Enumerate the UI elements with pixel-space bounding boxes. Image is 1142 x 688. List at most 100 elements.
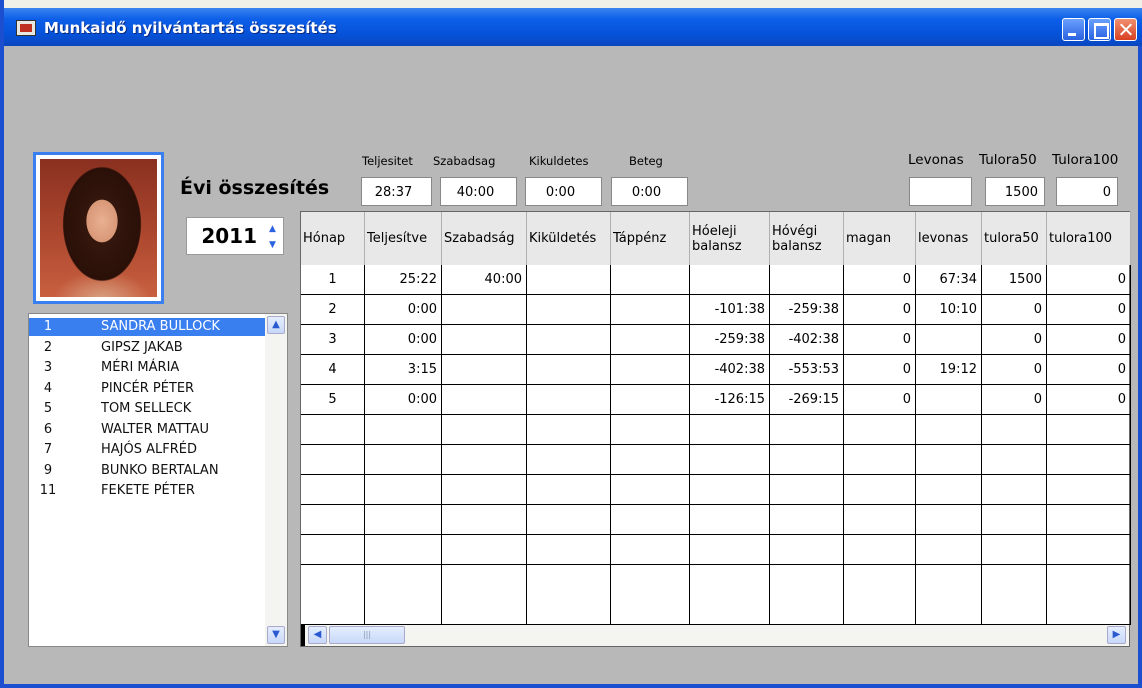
- summary-value-2[interactable]: 0:00: [525, 177, 602, 206]
- table-cell[interactable]: [527, 445, 611, 475]
- table-cell[interactable]: [1047, 505, 1131, 535]
- table-cell[interactable]: [365, 415, 442, 445]
- summary-value-3[interactable]: 0:00: [611, 177, 688, 206]
- table-cell[interactable]: -553:53: [770, 355, 844, 385]
- column-header[interactable]: Táppénz: [611, 212, 690, 265]
- table-cell[interactable]: [301, 565, 365, 625]
- table-cell[interactable]: 0: [1047, 355, 1131, 385]
- table-cell[interactable]: 67:34: [916, 265, 982, 295]
- table-cell[interactable]: [527, 265, 611, 295]
- column-header[interactable]: Kiküldetés: [527, 212, 611, 265]
- table-cell[interactable]: 0:00: [365, 325, 442, 355]
- list-item[interactable]: 3 MÉRI MÁRIA: [29, 359, 265, 377]
- table-cell[interactable]: [1047, 415, 1131, 445]
- vertical-scrollbar[interactable]: ▲ ▼: [265, 314, 287, 646]
- list-item[interactable]: 11 FEKETE PÉTER: [29, 482, 265, 500]
- table-cell[interactable]: [611, 265, 690, 295]
- scroll-right-icon[interactable]: ▶: [1107, 626, 1126, 644]
- employee-list[interactable]: 1 SANDRA BULLOCK 2 GIPSZ JAKAB 3 MÉRI MÁRIA 4 P…: [28, 313, 288, 647]
- table-cell[interactable]: [690, 415, 770, 445]
- table-cell[interactable]: [611, 295, 690, 325]
- table-cell[interactable]: [365, 565, 442, 625]
- table-cell[interactable]: 0: [844, 385, 916, 415]
- scroll-down-icon[interactable]: ▼: [267, 626, 285, 644]
- table-cell[interactable]: [611, 385, 690, 415]
- list-item[interactable]: 5 TOM SELLECK: [29, 400, 265, 418]
- table-cell[interactable]: [770, 505, 844, 535]
- table-cell[interactable]: [301, 475, 365, 505]
- table-cell[interactable]: [1047, 565, 1131, 625]
- table-cell[interactable]: [844, 445, 916, 475]
- table-cell[interactable]: 0: [844, 265, 916, 295]
- table-cell[interactable]: 4: [301, 355, 365, 385]
- summary-value-4[interactable]: [909, 177, 972, 206]
- table-cell[interactable]: -269:15: [770, 385, 844, 415]
- table-cell[interactable]: [442, 565, 527, 625]
- table-cell[interactable]: [690, 475, 770, 505]
- table-cell[interactable]: [690, 265, 770, 295]
- table-cell[interactable]: [611, 445, 690, 475]
- table-cell[interactable]: 0: [1047, 325, 1131, 355]
- table-cell[interactable]: 0: [844, 355, 916, 385]
- summary-value-5[interactable]: 1500: [985, 177, 1045, 206]
- table-cell[interactable]: 0: [982, 295, 1047, 325]
- table-cell[interactable]: [982, 415, 1047, 445]
- table-cell[interactable]: -259:38: [770, 295, 844, 325]
- table-cell[interactable]: [527, 385, 611, 415]
- monthly-grid[interactable]: Hónap Teljesítve Szabadság Kiküldetés Táppén…: [300, 211, 1131, 647]
- table-cell[interactable]: [611, 535, 690, 565]
- table-cell[interactable]: [916, 505, 982, 535]
- summary-value-6[interactable]: 0: [1056, 177, 1118, 206]
- table-cell[interactable]: [770, 445, 844, 475]
- table-cell[interactable]: -101:38: [690, 295, 770, 325]
- table-cell[interactable]: [365, 445, 442, 475]
- scroll-up-icon[interactable]: ▲: [267, 316, 285, 334]
- app-icon[interactable]: [16, 20, 36, 36]
- table-cell[interactable]: 0: [1047, 385, 1131, 415]
- table-cell[interactable]: [527, 565, 611, 625]
- table-cell[interactable]: [365, 505, 442, 535]
- table-cell[interactable]: 5: [301, 385, 365, 415]
- column-header[interactable]: magan: [844, 212, 916, 265]
- column-header[interactable]: Hóvégi balansz: [770, 212, 844, 265]
- table-cell[interactable]: [770, 415, 844, 445]
- column-header[interactable]: Szabadság: [442, 212, 527, 265]
- table-cell[interactable]: [916, 325, 982, 355]
- table-cell[interactable]: [982, 445, 1047, 475]
- year-value[interactable]: 2011: [201, 224, 257, 248]
- close-button[interactable]: [1114, 18, 1137, 41]
- table-cell[interactable]: 3: [301, 325, 365, 355]
- table-cell[interactable]: [442, 385, 527, 415]
- column-header[interactable]: tulora50: [982, 212, 1047, 265]
- table-cell[interactable]: [982, 475, 1047, 505]
- table-cell[interactable]: [770, 565, 844, 625]
- table-cell[interactable]: [916, 475, 982, 505]
- summary-value-1[interactable]: 40:00: [440, 177, 517, 206]
- table-cell[interactable]: [442, 445, 527, 475]
- table-cell[interactable]: [1047, 445, 1131, 475]
- table-cell[interactable]: [916, 535, 982, 565]
- table-cell[interactable]: [301, 415, 365, 445]
- table-cell[interactable]: [442, 505, 527, 535]
- table-cell[interactable]: [690, 535, 770, 565]
- table-cell[interactable]: 40:00: [442, 265, 527, 295]
- table-cell[interactable]: [365, 475, 442, 505]
- list-item[interactable]: 2 GIPSZ JAKAB: [29, 339, 265, 357]
- table-cell[interactable]: [442, 355, 527, 385]
- scroll-left-icon[interactable]: ◀: [308, 626, 327, 644]
- table-cell[interactable]: -402:38: [690, 355, 770, 385]
- table-cell[interactable]: [690, 445, 770, 475]
- column-header[interactable]: Hónap: [301, 212, 365, 265]
- table-cell[interactable]: 2: [301, 295, 365, 325]
- list-item[interactable]: 6 WALTER MATTAU: [29, 421, 265, 439]
- table-cell[interactable]: 0:00: [365, 385, 442, 415]
- table-cell[interactable]: 1: [301, 265, 365, 295]
- table-cell[interactable]: [1047, 535, 1131, 565]
- table-cell[interactable]: [611, 505, 690, 535]
- scroll-thumb[interactable]: |||: [329, 626, 405, 644]
- horizontal-scrollbar[interactable]: ◀ ||| ▶: [301, 625, 1129, 646]
- table-cell[interactable]: [527, 325, 611, 355]
- table-cell[interactable]: [365, 535, 442, 565]
- table-cell[interactable]: [982, 505, 1047, 535]
- table-cell[interactable]: -402:38: [770, 325, 844, 355]
